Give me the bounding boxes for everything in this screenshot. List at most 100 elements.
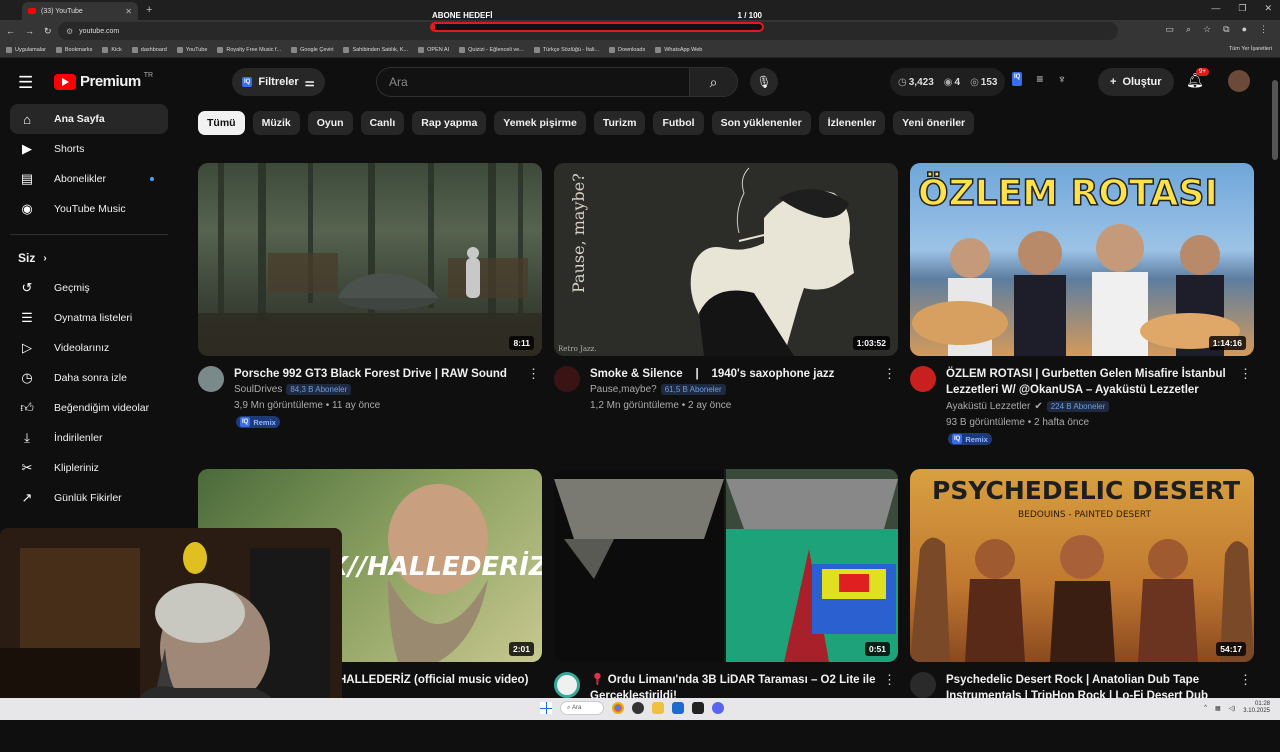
more-options-icon[interactable]: ⋮ <box>527 366 540 382</box>
channel-avatar[interactable] <box>198 366 224 392</box>
cast-icon[interactable]: ▭ <box>1165 24 1174 35</box>
video-thumbnail[interactable]: ÖZLEM ROTASI 1:14:16 <box>910 163 1254 356</box>
back-icon[interactable]: ← <box>6 26 15 36</box>
video-thumbnail[interactable]: PSYCHEDELIC DESERT BEDOUINS - PAINTED DE… <box>910 469 1254 662</box>
video-title[interactable]: Porsche 992 GT3 Black Forest Drive | RAW… <box>234 366 528 382</box>
restore-icon[interactable]: ❐ <box>1238 3 1246 14</box>
search-input[interactable]: Ara <box>377 75 689 89</box>
more-options-icon[interactable]: ⋮ <box>883 366 896 382</box>
bookmark-item[interactable]: YouTube <box>176 46 207 53</box>
forward-icon[interactable]: → <box>25 26 34 36</box>
file-explorer-icon[interactable] <box>652 702 664 714</box>
profile-icon[interactable]: ● <box>1242 24 1247 35</box>
more-options-icon[interactable]: ⋮ <box>883 672 896 688</box>
category-chip[interactable]: Müzik <box>252 111 300 135</box>
volume-icon[interactable]: ◁) <box>1229 705 1236 712</box>
discord-icon[interactable] <box>712 702 724 714</box>
network-icon[interactable]: ▦ <box>1215 705 1221 712</box>
sidebar-you-heading[interactable]: Siz › <box>18 243 176 273</box>
app-icon[interactable] <box>672 702 684 714</box>
close-window-icon[interactable]: ✕ <box>1264 3 1272 14</box>
page-scrollbar[interactable] <box>1272 60 1278 700</box>
sidebar-item[interactable]: ▶ Shorts <box>10 134 168 164</box>
video-title[interactable]: Smoke & Silence | 1940's saxophone jazz <box>590 366 884 382</box>
clock[interactable]: 01:28 3.10.2025 <box>1243 701 1270 715</box>
account-avatar[interactable] <box>1228 70 1250 92</box>
youtube-premium-logo[interactable]: Premium TR <box>54 72 153 90</box>
list-icon[interactable]: ≡ <box>1036 72 1043 86</box>
video-card[interactable]: ÖZLEM ROTASI 1:14:16 ÖZLEM ROTASI | Gurb… <box>910 163 1254 446</box>
category-chip[interactable]: Turizm <box>593 111 646 135</box>
video-title[interactable]: ÖZLEM ROTASI | Gurbetten Gelen Misafire … <box>946 366 1240 398</box>
sidebar-item[interactable]: ⤓ İndirilenler <box>10 423 168 453</box>
sidebar-item[interactable]: ▷ Videolarınız <box>10 333 168 363</box>
scrollbar-thumb[interactable] <box>1272 80 1278 160</box>
bookmark-item[interactable]: Sahibinden Satılık, K... <box>343 46 408 53</box>
new-tab-button[interactable]: + <box>146 4 152 16</box>
site-info-icon[interactable]: ⚙ <box>66 27 73 36</box>
all-bookmarks-button[interactable]: Tüm Yer İşaretleri <box>1229 46 1272 52</box>
sidebar-item[interactable]: ✂ Klipleriniz <box>10 453 168 483</box>
channel-avatar[interactable] <box>554 672 580 698</box>
bookmark-item[interactable]: Google Çeviri <box>291 46 333 53</box>
tray-chevron-icon[interactable]: ^ <box>1204 705 1207 711</box>
extension-stats[interactable]: ◷ 3,423 ◉ 4 ◎ 153 <box>890 68 1006 96</box>
reload-icon[interactable]: ↻ <box>44 26 52 37</box>
taskbar-search[interactable]: ⌕ Ara <box>560 701 604 715</box>
bookmark-item[interactable]: Quizizi - Eğlenceli ve... <box>459 46 524 53</box>
voice-search-button[interactable]: 🎙︎ <box>750 68 778 96</box>
category-chip[interactable]: Son yüklenenler <box>711 111 811 135</box>
sidebar-item[interactable]: ↗ Günlük Fikirler <box>10 483 168 513</box>
bookmark-item[interactable]: Kick <box>102 46 122 53</box>
category-chip[interactable]: Yeni öneriler <box>893 111 975 135</box>
bookmark-item[interactable]: Downloads <box>609 46 645 53</box>
sidebar-item[interactable]: ▤ Abonelikler <box>10 164 168 194</box>
windows-start-icon[interactable] <box>540 702 552 714</box>
sidebar-item[interactable]: ⌂ Ana Sayfa <box>10 104 168 134</box>
trophy-icon[interactable]: ♆ <box>1057 72 1066 86</box>
bookmark-item[interactable]: Bookmarks <box>55 46 92 53</box>
category-chip[interactable]: Canlı <box>360 111 405 135</box>
video-title[interactable]: HALLEDERİZ (official music video) <box>338 672 538 688</box>
category-chip[interactable]: Oyun <box>307 111 353 135</box>
zoom-icon[interactable]: ⌕ <box>1186 24 1191 35</box>
category-chip[interactable]: Futbol <box>653 111 704 135</box>
menu-icon[interactable]: ⋮ <box>1259 24 1268 35</box>
bookmark-item[interactable]: Türkçe Sözlüğü - İtali... <box>533 46 599 53</box>
more-options-icon[interactable]: ⋮ <box>1239 366 1252 382</box>
minimize-icon[interactable]: — <box>1211 3 1220 14</box>
hamburger-menu-icon[interactable]: ☰ <box>18 73 33 93</box>
video-thumbnail[interactable]: 8:11 <box>198 163 542 356</box>
more-options-icon[interactable]: ⋮ <box>1239 672 1252 688</box>
bookmark-item[interactable]: Uygulamalar <box>6 46 46 53</box>
channel-name[interactable]: SoulDrives <box>234 384 282 395</box>
channel-name[interactable]: Pause,maybe? <box>590 384 657 395</box>
channel-avatar[interactable] <box>910 672 936 698</box>
iq-extension-icon[interactable]: IQ <box>1012 72 1023 86</box>
bookmark-item[interactable]: dashboard <box>131 46 167 53</box>
bookmark-item[interactable]: Royalty Free Music f... <box>217 46 281 53</box>
video-thumbnail[interactable]: Pause, maybe? Retro Jazz. 1:03:52 <box>554 163 898 356</box>
app-icon[interactable] <box>632 702 644 714</box>
notifications-button[interactable]: 🔔︎ 9+ <box>1186 68 1209 89</box>
sidebar-item[interactable]: ◉ YouTube Music <box>10 194 168 224</box>
bookmark-item[interactable]: OPEN AI <box>418 46 449 53</box>
sidebar-item[interactable]: ◷ Daha sonra izle <box>10 363 168 393</box>
channel-name[interactable]: Ayaküstü Lezzetler <box>946 401 1030 412</box>
search-button[interactable]: ⌕ <box>689 68 737 96</box>
extensions-icon[interactable]: ⧉ <box>1223 24 1229 35</box>
star-icon[interactable]: ☆ <box>1203 24 1211 35</box>
category-chip[interactable]: Rap yapma <box>412 111 487 135</box>
video-thumbnail[interactable]: 0:51 <box>554 469 898 662</box>
category-chip[interactable]: Yemek pişirme <box>494 111 586 135</box>
sidebar-item[interactable]: 👍︎ Beğendiğim videolar <box>10 393 168 423</box>
terminal-icon[interactable] <box>692 702 704 714</box>
channel-avatar[interactable] <box>910 366 936 392</box>
category-chip[interactable]: Tümü <box>198 111 245 135</box>
remix-badge[interactable]: IQ Remix <box>236 416 280 428</box>
sidebar-item[interactable]: ↺ Geçmiş <box>10 273 168 303</box>
chrome-icon[interactable] <box>612 702 624 714</box>
video-card[interactable]: Pause, maybe? Retro Jazz. 1:03:52 Smoke … <box>554 163 898 446</box>
browser-tab[interactable]: (33) YouTube ✕ <box>22 2 138 20</box>
video-card[interactable]: 8:11 Porsche 992 GT3 Black Forest Drive … <box>198 163 542 446</box>
